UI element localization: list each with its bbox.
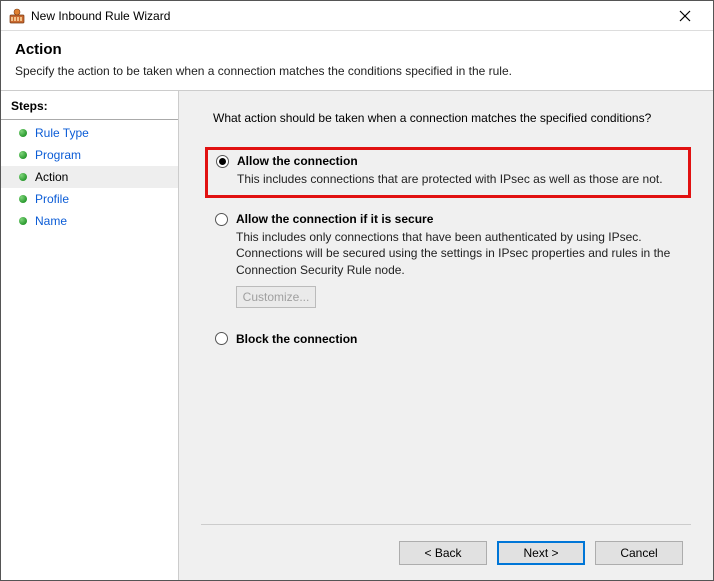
sidebar-item-name[interactable]: Name	[1, 210, 178, 232]
page-title: Action	[15, 41, 699, 58]
close-button[interactable]	[665, 2, 705, 30]
back-button[interactable]: < Back	[399, 541, 487, 565]
titlebar: New Inbound Rule Wizard	[1, 1, 713, 31]
wizard-footer: < Back Next > Cancel	[201, 524, 691, 580]
cancel-button[interactable]: Cancel	[595, 541, 683, 565]
sidebar-item-label: Profile	[35, 192, 69, 206]
step-bullet-icon	[19, 173, 27, 181]
window-title: New Inbound Rule Wizard	[31, 9, 665, 23]
page-header: Action Specify the action to be taken wh…	[1, 31, 713, 91]
main-panel: What action should be taken when a conne…	[179, 91, 713, 580]
wizard-window: New Inbound Rule Wizard Action Specify t…	[0, 0, 714, 581]
option-description: This includes connections that are prote…	[237, 171, 680, 187]
option-label: Block the connection	[236, 332, 357, 346]
sidebar-item-label: Rule Type	[35, 126, 89, 140]
option-allow-if-secure[interactable]: Allow the connection if it is secure Thi…	[205, 206, 691, 318]
radio-allow-if-secure[interactable]	[215, 213, 228, 226]
step-bullet-icon	[19, 195, 27, 203]
step-bullet-icon	[19, 217, 27, 225]
sidebar-item-label: Program	[35, 148, 81, 162]
sidebar-item-label: Action	[35, 170, 68, 184]
option-header: Block the connection	[215, 332, 681, 346]
steps-sidebar: Steps: Rule Type Program Action Profile …	[1, 91, 179, 580]
step-bullet-icon	[19, 151, 27, 159]
option-header: Allow the connection if it is secure	[215, 212, 681, 226]
radio-allow-connection[interactable]	[216, 155, 229, 168]
option-label: Allow the connection	[237, 154, 358, 168]
close-icon	[679, 10, 691, 22]
action-options: Allow the connection This includes conne…	[205, 147, 691, 364]
step-bullet-icon	[19, 129, 27, 137]
action-prompt: What action should be taken when a conne…	[213, 111, 691, 125]
customize-button: Customize...	[236, 286, 316, 308]
option-label: Allow the connection if it is secure	[236, 212, 433, 226]
app-icon	[9, 8, 25, 24]
sidebar-item-program[interactable]: Program	[1, 144, 178, 166]
body: Steps: Rule Type Program Action Profile …	[1, 91, 713, 580]
option-header: Allow the connection	[216, 154, 680, 168]
sidebar-item-rule-type[interactable]: Rule Type	[1, 122, 178, 144]
option-description: This includes only connections that have…	[236, 229, 681, 278]
steps-header: Steps:	[1, 95, 178, 120]
sidebar-item-action[interactable]: Action	[1, 166, 178, 188]
option-block-connection[interactable]: Block the connection	[205, 326, 691, 356]
sidebar-item-label: Name	[35, 214, 67, 228]
option-allow-connection[interactable]: Allow the connection This includes conne…	[205, 147, 691, 198]
sidebar-item-profile[interactable]: Profile	[1, 188, 178, 210]
next-button[interactable]: Next >	[497, 541, 585, 565]
radio-block-connection[interactable]	[215, 332, 228, 345]
page-subtitle: Specify the action to be taken when a co…	[15, 64, 699, 78]
